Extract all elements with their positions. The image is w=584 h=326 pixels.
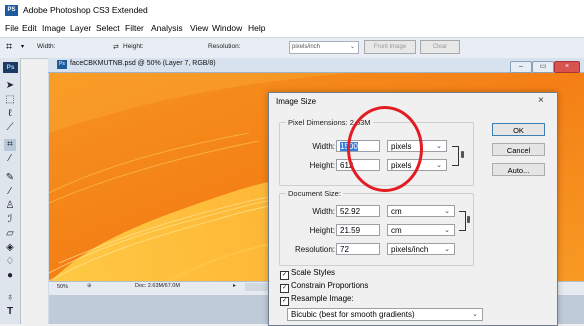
close-icon[interactable]: × bbox=[554, 61, 580, 73]
clear-button[interactable]: Clear bbox=[420, 40, 460, 54]
resolution-unit-value: pixels/inch bbox=[292, 44, 321, 50]
dialog-title: Image Size bbox=[276, 97, 317, 106]
ds-height-value: 21.59 bbox=[340, 226, 361, 235]
document-size-info: Doc: 2.63M/67.0M bbox=[135, 283, 180, 289]
menu-file[interactable]: File bbox=[5, 23, 19, 33]
pd-height-label: Height: bbox=[309, 161, 335, 170]
history-brush-icon[interactable]: ℐ bbox=[4, 214, 16, 226]
pixel-link-bracket bbox=[452, 146, 459, 166]
crop-tool-icon[interactable]: ⌗ bbox=[6, 41, 12, 54]
scale-styles-label: Scale Styles bbox=[291, 268, 336, 277]
constrain-proportions-checkbox[interactable]: ✓ Constrain Proportions bbox=[280, 281, 368, 293]
ds-height-label: Height: bbox=[309, 226, 335, 235]
pen-tool-icon[interactable]: ♁ bbox=[4, 292, 16, 304]
menu-image[interactable]: Image bbox=[42, 23, 66, 33]
options-width-label: Width: bbox=[37, 43, 56, 50]
healing-brush-icon[interactable]: ✎ bbox=[4, 172, 16, 184]
cancel-button[interactable]: Cancel bbox=[492, 143, 545, 156]
chevron-down-icon: ⌄ bbox=[436, 162, 442, 169]
type-tool-icon[interactable]: T bbox=[4, 306, 16, 318]
dodge-tool-icon[interactable]: ● bbox=[4, 270, 16, 282]
blur-tool-icon[interactable]: ♢ bbox=[4, 256, 16, 268]
clone-stamp-icon[interactable]: ♙ bbox=[4, 200, 16, 212]
red-highlight-circle bbox=[347, 106, 423, 192]
menu-select[interactable]: Select bbox=[96, 23, 120, 33]
ps-logo: Ps bbox=[3, 62, 18, 73]
document-size-legend: Document Size: bbox=[288, 189, 341, 198]
chain-link-icon bbox=[461, 151, 464, 158]
constrain-proportions-label: Constrain Proportions bbox=[291, 281, 369, 290]
auto-button[interactable]: Auto... bbox=[492, 163, 545, 176]
resolution-label: Resolution: bbox=[294, 245, 335, 254]
photoshop-app-icon: PS bbox=[5, 5, 18, 16]
menu-layer[interactable]: Layer bbox=[70, 23, 91, 33]
chevron-down-icon: ⌄ bbox=[444, 246, 450, 253]
resolution-unit-select[interactable]: pixels/inch ⌄ bbox=[289, 41, 359, 54]
marquee-tool-icon[interactable]: ⬚ bbox=[4, 94, 16, 106]
resample-method: Bicubic (best for smooth gradients) bbox=[291, 310, 415, 319]
resolution-value: 72 bbox=[340, 245, 349, 254]
document-link-bracket bbox=[459, 211, 466, 231]
zoom-level-field[interactable]: 50% bbox=[57, 283, 77, 291]
ds-height-input[interactable]: 21.59 bbox=[336, 224, 380, 236]
zoom-menu-icon[interactable]: ⊕ bbox=[87, 283, 92, 289]
eyedropper-tool-icon[interactable]: ⁄ bbox=[4, 153, 16, 165]
swap-arrows-icon[interactable]: ⇄ bbox=[113, 43, 119, 51]
resolution-input[interactable]: 72 bbox=[336, 243, 380, 255]
scale-styles-checkbox[interactable]: ✓ Scale Styles bbox=[280, 268, 335, 280]
menu-view[interactable]: View bbox=[190, 23, 208, 33]
move-tool-icon[interactable]: ➤ bbox=[4, 80, 16, 92]
resample-method-select[interactable]: Bicubic (best for smooth gradients) ⌄ bbox=[287, 308, 483, 321]
checkmark-icon: ✓ bbox=[280, 271, 289, 280]
ds-width-input[interactable]: 52.92 bbox=[336, 205, 380, 217]
checkmark-icon: ✓ bbox=[280, 297, 289, 306]
dialog-close-icon[interactable]: × bbox=[538, 95, 544, 106]
app-title: Adobe Photoshop CS3 Extended bbox=[23, 5, 148, 15]
options-height-label: Height: bbox=[123, 43, 144, 50]
status-menu-arrow-icon[interactable]: ▸ bbox=[233, 282, 236, 289]
lasso-tool-icon[interactable]: ℓ bbox=[4, 108, 16, 120]
ds-width-unit: cm bbox=[391, 207, 402, 216]
resample-image-label: Resample Image: bbox=[291, 294, 354, 303]
maximize-icon[interactable]: ▭ bbox=[532, 61, 554, 73]
chevron-down-icon: ⌄ bbox=[444, 208, 450, 215]
options-bar: ⌗ ▾ Width: ⇄ Height: Resolution: pixels/… bbox=[0, 37, 584, 59]
menu-help[interactable]: Help bbox=[248, 23, 265, 33]
minimize-icon[interactable]: – bbox=[510, 61, 532, 73]
chevron-down-icon: ⌄ bbox=[444, 227, 450, 234]
ds-width-unit-select[interactable]: cm ⌄ bbox=[387, 205, 455, 217]
document-title: faceCBKMUTNB.psd @ 50% (Layer 7, RGB/8) bbox=[70, 60, 216, 67]
chevron-down-icon: ⌄ bbox=[436, 143, 442, 150]
options-resolution-label: Resolution: bbox=[208, 43, 241, 50]
menu-analysis[interactable]: Analysis bbox=[151, 23, 183, 33]
paint-bucket-icon[interactable]: ◈ bbox=[4, 242, 16, 254]
resolution-unit-select[interactable]: pixels/inch ⌄ bbox=[387, 243, 455, 255]
chain-link-icon bbox=[467, 216, 470, 223]
chevron-down-icon: ⌄ bbox=[349, 44, 355, 50]
ds-width-label: Width: bbox=[312, 207, 335, 216]
checkmark-icon: ✓ bbox=[280, 284, 289, 293]
ds-height-unit-select[interactable]: cm ⌄ bbox=[387, 224, 455, 236]
ds-height-unit: cm bbox=[391, 226, 402, 235]
menu-window[interactable]: Window bbox=[212, 23, 242, 33]
menu-edit[interactable]: Edit bbox=[22, 23, 37, 33]
front-image-button[interactable]: Front Image bbox=[364, 40, 416, 54]
document-icon: Ps bbox=[57, 60, 67, 69]
brush-tool-icon[interactable]: ∕ bbox=[4, 186, 16, 198]
ok-button[interactable]: OK bbox=[492, 123, 545, 136]
chevron-down-icon: ⌄ bbox=[472, 311, 478, 318]
quick-select-tool-icon[interactable]: ⟋ bbox=[4, 122, 16, 134]
resample-image-checkbox[interactable]: ✓ Resample Image: bbox=[280, 294, 354, 306]
ds-width-value: 52.92 bbox=[340, 207, 361, 216]
menu-bar: File Edit Image Layer Select Filter Anal… bbox=[0, 20, 584, 37]
crop-tool-icon[interactable]: ⌗ bbox=[4, 139, 16, 151]
menu-filter[interactable]: Filter bbox=[125, 23, 144, 33]
eraser-icon[interactable]: ▱ bbox=[4, 228, 16, 240]
resolution-unit: pixels/inch bbox=[391, 245, 429, 254]
chevron-down-icon[interactable]: ▾ bbox=[21, 43, 24, 50]
pd-width-label: Width: bbox=[312, 142, 335, 151]
